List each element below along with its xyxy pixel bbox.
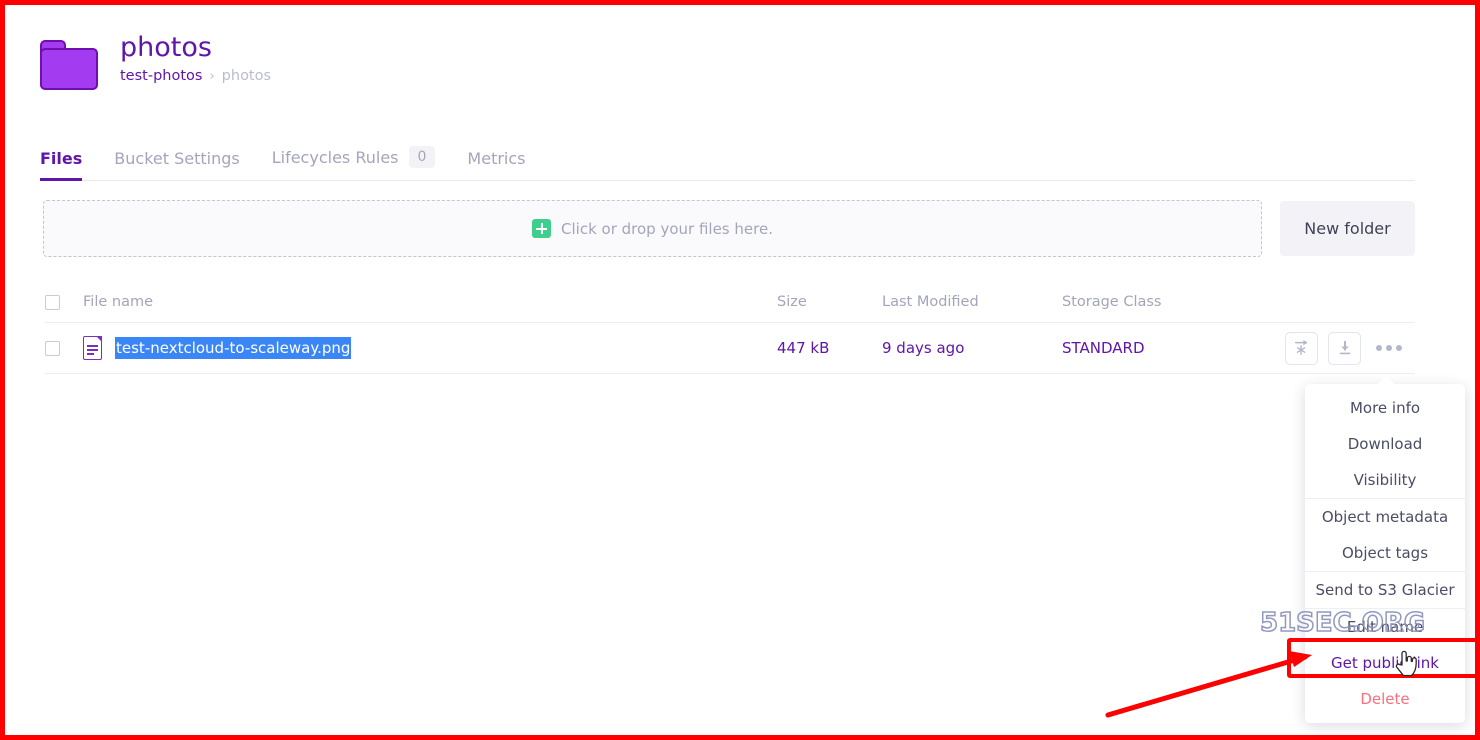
tab-files[interactable]: Files [40, 149, 83, 181]
folder-icon [40, 40, 98, 90]
plus-icon [532, 219, 552, 238]
new-folder-button[interactable]: New folder [1280, 201, 1415, 256]
menu-item-download[interactable]: Download [1305, 426, 1465, 462]
row-size: 447 kB [777, 339, 830, 357]
bucket-header: photos test-photos › photos [40, 32, 271, 90]
table-header-row: File name Size Last Modified Storage Cla… [45, 282, 1415, 323]
breadcrumb-root[interactable]: test-photos [120, 68, 202, 84]
column-header-file-name: File name [83, 294, 153, 310]
file-table: File name Size Last Modified Storage Cla… [45, 282, 1415, 374]
menu-item-edit-name[interactable]: Edit name [1305, 608, 1465, 645]
page-root: photos test-photos › photos Files Bucket… [10, 10, 1475, 735]
file-name-text[interactable]: test-nextcloud-to-scaleway.png [115, 337, 352, 359]
menu-item-send-to-s3-glacier[interactable]: Send to S3 Glacier [1305, 571, 1465, 608]
row-last-modified: 9 days ago [882, 339, 965, 357]
object-context-menu: More info Download Visibility Object met… [1305, 376, 1465, 723]
tab-metrics[interactable]: Metrics [467, 149, 525, 180]
download-icon[interactable] [1328, 331, 1361, 365]
file-dropzone[interactable]: Click or drop your files here. [43, 200, 1262, 257]
tab-lifecycles-rules[interactable]: Lifecycles Rules 0 [272, 146, 436, 180]
menu-item-more-info[interactable]: More info [1305, 390, 1465, 426]
menu-item-object-tags[interactable]: Object tags [1305, 535, 1465, 571]
menu-item-object-metadata[interactable]: Object metadata [1305, 498, 1465, 535]
row-select-cell [45, 340, 83, 356]
row-actions [1227, 331, 1415, 365]
menu-item-get-public-link[interactable]: Get public link [1305, 645, 1465, 681]
tab-bucket-settings-label: Bucket Settings [114, 149, 240, 168]
column-header-storage-class: Storage Class [1062, 294, 1162, 310]
tab-files-label: Files [40, 149, 83, 168]
row-checkbox[interactable] [45, 340, 60, 356]
chevron-right-icon: › [209, 68, 215, 84]
send-to-glacier-icon[interactable] [1285, 331, 1318, 365]
header-text-block: photos test-photos › photos [120, 32, 271, 84]
column-header-last-modified: Last Modified [882, 294, 979, 310]
tab-bar: Files Bucket Settings Lifecycles Rules 0… [40, 138, 1415, 181]
page-title: photos [120, 32, 212, 63]
breadcrumb-current: photos [221, 68, 272, 84]
tab-metrics-label: Metrics [467, 149, 526, 168]
screenshot-frame: photos test-photos › photos Files Bucket… [0, 0, 1480, 740]
annotation-arrow [1105, 651, 1312, 718]
select-all-checkbox[interactable] [45, 294, 60, 310]
row-file-name-cell[interactable]: test-nextcloud-to-scaleway.png [83, 336, 777, 360]
row-storage-class: STANDARD [1062, 339, 1145, 357]
column-header-size: Size [777, 294, 807, 310]
dropzone-label: Click or drop your files here. [561, 219, 773, 238]
file-document-icon [83, 336, 102, 360]
tab-lifecycles-rules-label: Lifecycles Rules [271, 147, 399, 167]
tab-bucket-settings[interactable]: Bucket Settings [114, 149, 239, 180]
menu-item-delete[interactable]: Delete [1305, 681, 1465, 717]
table-row: test-nextcloud-to-scaleway.png 447 kB 9 … [45, 323, 1415, 374]
select-all-cell [45, 294, 83, 310]
more-options-icon[interactable] [1371, 332, 1407, 365]
menu-item-visibility[interactable]: Visibility [1305, 462, 1465, 498]
upload-row: Click or drop your files here. New folde… [43, 200, 1415, 257]
lifecycles-rules-count-badge: 0 [408, 146, 436, 168]
breadcrumb: test-photos › photos [120, 68, 271, 84]
